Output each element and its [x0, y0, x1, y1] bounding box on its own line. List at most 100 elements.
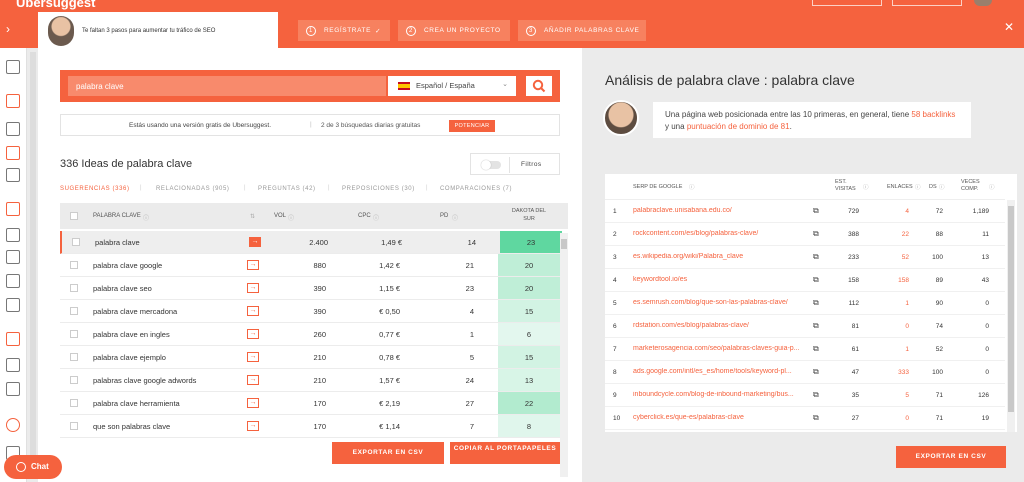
row-keyword[interactable]: palabra clave en ingles	[93, 330, 170, 339]
step-add-keywords[interactable]: 3 AÑADIR PALABRAS CLAVE	[518, 20, 646, 41]
row-links[interactable]: 5	[887, 392, 909, 399]
row-keyword[interactable]: palabra clave seo	[93, 284, 152, 293]
external-link-icon[interactable]: ⧉	[813, 367, 819, 377]
tab-prepositions[interactable]: PREPOSICIONES (30)	[342, 186, 415, 192]
search-button[interactable]	[526, 76, 552, 96]
list-icon[interactable]	[6, 250, 20, 264]
row-checkbox[interactable]	[70, 376, 78, 384]
table-row[interactable]: palabra clave mercadona → 390 € 0,50 4 15	[60, 300, 560, 323]
site-audit-icon[interactable]	[6, 228, 20, 242]
row-links[interactable]: 1	[887, 300, 909, 307]
close-icon[interactable]: ✕	[1004, 20, 1014, 34]
keyword-input[interactable]: palabra clave	[68, 76, 386, 96]
users-icon[interactable]	[6, 202, 20, 216]
table-row[interactable]: palabra clave en ingles → 260 0,77 € 1 6	[60, 323, 560, 346]
row-checkbox[interactable]	[70, 307, 78, 315]
filters-toggle[interactable]	[481, 160, 501, 170]
arrow-right-icon[interactable]: →	[247, 398, 259, 408]
brand-logo[interactable]: Ubersuggest	[16, 0, 95, 10]
row-url[interactable]: keywordtool.io/es	[633, 276, 811, 283]
external-link-icon[interactable]: ⧉	[813, 252, 819, 262]
table-row[interactable]: palabra clave seo → 390 1,15 € 23 20	[60, 277, 560, 300]
help-icon[interactable]	[6, 418, 20, 432]
arrow-right-icon[interactable]: →	[247, 352, 259, 362]
col-pd[interactable]: PD	[440, 213, 448, 219]
top-button-1[interactable]	[812, 0, 882, 6]
overview-icon[interactable]	[6, 94, 20, 108]
scrollbar-thumb[interactable]	[1008, 206, 1014, 412]
row-url[interactable]: palabraclave.unisabana.edu.co/	[633, 207, 811, 214]
dashboard-icon[interactable]	[6, 60, 20, 74]
serp-scrollbar[interactable]	[1007, 200, 1015, 432]
row-keyword[interactable]: que son palabras clave	[93, 422, 170, 431]
row-links[interactable]: 333	[887, 369, 909, 376]
arrow-right-icon[interactable]: →	[247, 306, 259, 316]
col-vol[interactable]: VOL	[274, 213, 286, 219]
external-link-icon[interactable]: ⧉	[813, 298, 819, 308]
tab-suggestions[interactable]: SUGERENCIAS (336)	[60, 186, 130, 192]
chart-icon[interactable]	[6, 122, 20, 136]
extension-icon[interactable]	[6, 382, 20, 396]
content-ideas-icon[interactable]	[6, 168, 20, 182]
col-cpc[interactable]: CPC	[358, 213, 371, 219]
arrow-right-icon[interactable]: →	[247, 260, 259, 270]
row-checkbox[interactable]	[70, 261, 78, 269]
step-create-project[interactable]: 2 CREA UN PROYECTO	[398, 20, 510, 41]
external-link-icon[interactable]: ⧉	[813, 321, 819, 331]
row-links[interactable]: 52	[887, 254, 909, 261]
tab-related[interactable]: RELACIONADAS (905)	[156, 186, 230, 192]
col-ds[interactable]: DAKOTA DEL SUR	[506, 207, 552, 223]
row-checkbox[interactable]	[70, 399, 78, 407]
row-links[interactable]: 22	[887, 231, 909, 238]
col-links[interactable]: ENLACES	[887, 184, 913, 190]
row-keyword[interactable]: palabra clave	[95, 238, 140, 247]
external-link-icon[interactable]: ⧉	[813, 206, 819, 216]
row-url[interactable]: marketerosagencia.com/seo/palabras-clave…	[633, 345, 811, 352]
language-select[interactable]: Español / España ⌄	[388, 76, 516, 96]
table-row[interactable]: palabras clave google adwords → 210 1,57 € 2…	[60, 369, 560, 392]
step-register[interactable]: 1 REGÍSTRATE ✓	[298, 20, 390, 41]
arrow-right-icon[interactable]: →	[247, 375, 259, 385]
table-scrollbar[interactable]	[560, 233, 568, 477]
tab-questions[interactable]: PREGUNTAS (42)	[258, 186, 316, 192]
col-shares[interactable]: VECES COMP.	[961, 179, 985, 193]
export-serp-csv-button[interactable]: EXPORTAR EN CSV	[896, 446, 1006, 468]
row-links[interactable]: 4	[887, 208, 909, 215]
col-serp[interactable]: SERP DE GOOGLE	[633, 184, 682, 190]
external-link-icon[interactable]: ⧉	[813, 275, 819, 285]
chevron-right-icon[interactable]: ›	[6, 22, 10, 36]
row-links[interactable]: 1	[887, 346, 909, 353]
row-url[interactable]: inboundcycle.com/blog-de-inbound-marketi…	[633, 391, 811, 398]
row-links[interactable]: 0	[887, 415, 909, 422]
table-row[interactable]: palabra clave herramienta → 170 € 2,19 27 22	[60, 392, 560, 415]
external-link-icon[interactable]: ⧉	[813, 229, 819, 239]
avatar[interactable]	[974, 0, 992, 6]
col-keyword[interactable]: PALABRA CLAVE	[93, 213, 141, 219]
row-checkbox[interactable]	[72, 238, 80, 246]
arrow-right-icon[interactable]: →	[247, 421, 259, 431]
keyword-ideas-icon[interactable]	[6, 146, 20, 160]
row-url[interactable]: rdstation.com/es/blog/palabras-clave/	[633, 322, 811, 329]
scrollbar-thumb[interactable]	[561, 239, 567, 249]
select-all-checkbox[interactable]	[70, 212, 78, 220]
external-link-icon[interactable]: ⧉	[813, 344, 819, 354]
row-checkbox[interactable]	[70, 284, 78, 292]
col-ds[interactable]: DS	[929, 184, 937, 190]
table-row[interactable]: palabra clave → 2.400 1,49 € 14 23	[60, 231, 562, 254]
row-keyword[interactable]: palabra clave mercadona	[93, 307, 177, 316]
col-visits[interactable]: EST. VISITAS	[835, 179, 861, 193]
settings-list-icon[interactable]	[6, 358, 20, 372]
row-keyword[interactable]: palabra clave herramienta	[93, 399, 180, 408]
row-url[interactable]: rockcontent.com/es/blog/palabras-clave/	[633, 230, 811, 237]
row-keyword[interactable]: palabras clave google adwords	[93, 376, 196, 385]
top-button-2[interactable]	[892, 0, 962, 6]
table-row[interactable]: palabra clave google → 880 1,42 € 21 20	[60, 254, 560, 277]
rank-tracking-icon[interactable]	[6, 332, 20, 346]
row-checkbox[interactable]	[70, 353, 78, 361]
tab-comparisons[interactable]: COMPARACIONES (7)	[440, 186, 512, 192]
upgrade-button[interactable]: POTENCIAR	[449, 120, 495, 132]
arrow-right-icon[interactable]: →	[249, 237, 261, 247]
arrow-right-icon[interactable]: →	[247, 329, 259, 339]
calendar-icon[interactable]	[6, 274, 20, 288]
row-url[interactable]: es.wikipedia.org/wiki/Palabra_clave	[633, 253, 811, 260]
